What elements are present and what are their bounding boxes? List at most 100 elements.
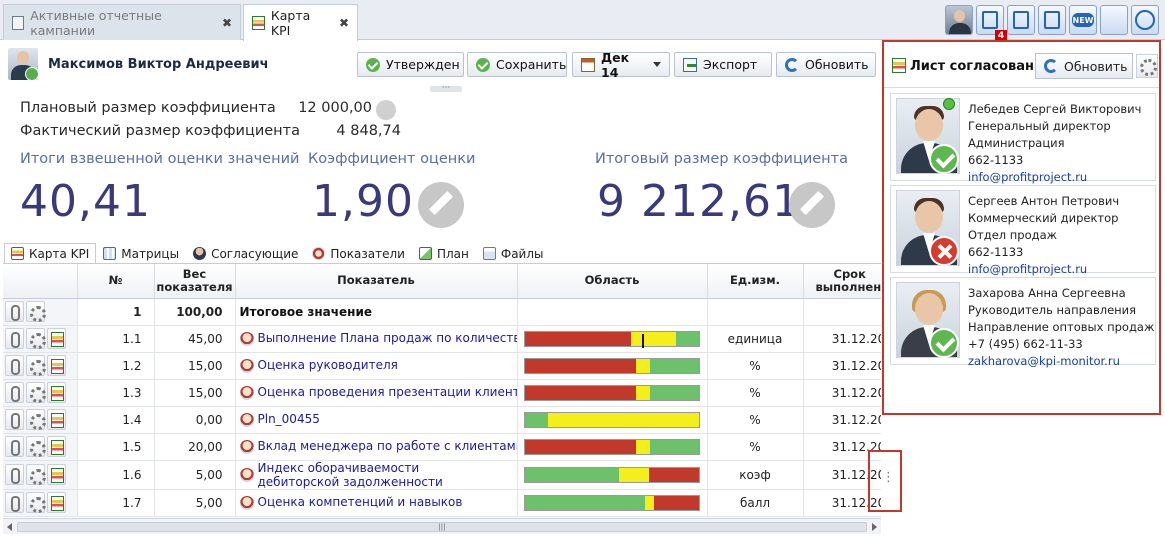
close-icon[interactable]: ✖ xyxy=(222,16,232,30)
subtab-indicators[interactable]: Показатели xyxy=(305,243,412,264)
report-button[interactable]: 4 xyxy=(976,5,1007,42)
col-due[interactable]: Сроквыполнения xyxy=(803,264,881,299)
period-dropdown[interactable]: Дек 14 xyxy=(572,50,670,80)
refresh-button[interactable]: Обновить xyxy=(776,52,876,77)
scroll-left-icon[interactable] xyxy=(7,523,12,531)
row-number: 1.3 xyxy=(77,379,155,407)
attach-icon[interactable] xyxy=(5,382,24,403)
row-name-text[interactable]: Оценка руководителя xyxy=(258,358,398,372)
subtab-plan[interactable]: План xyxy=(412,243,476,264)
horizontal-scrollbar[interactable]: ||| xyxy=(3,518,881,534)
attach-icon[interactable] xyxy=(5,464,24,485)
row-name-text[interactable]: Оценка компетенций и навыков xyxy=(258,495,463,509)
row-name-text[interactable]: Вклад менеджера по работе с клиентами xyxy=(258,439,517,453)
table-row[interactable]: 1.1 45,00 Выполнение Плана продаж по кол… xyxy=(3,325,881,353)
kpi-card-icon[interactable] xyxy=(47,409,66,430)
approver-name: Лебедев Сергей Викторович xyxy=(968,102,1142,116)
kpi-card-icon[interactable] xyxy=(47,328,66,349)
row-name[interactable]: Оценка руководителя xyxy=(235,352,518,380)
table-row[interactable]: 1.2 15,00 Оценка руководителя % 31.12.20… xyxy=(3,352,881,380)
approver-email[interactable]: zakharova@kpi-monitor.ru xyxy=(968,353,1154,370)
gear-icon[interactable] xyxy=(26,355,46,376)
attach-icon[interactable] xyxy=(5,409,24,430)
gear-icon[interactable] xyxy=(26,464,46,485)
approver-info: Лебедев Сергей Викторович Генеральный ди… xyxy=(968,101,1141,186)
col-area[interactable]: Область xyxy=(517,264,708,299)
attach-icon[interactable] xyxy=(5,355,24,376)
thumb-icon[interactable] xyxy=(376,100,396,120)
col-unit[interactable]: Ед.изм. xyxy=(707,264,804,299)
row-name-text[interactable]: Индекс оборачиваемости дебиторской задол… xyxy=(258,461,498,489)
export-button[interactable]: Экспорт xyxy=(674,52,772,77)
power-button[interactable] xyxy=(1131,5,1159,35)
table-row[interactable]: 1.5 20,00 Вклад менеджера по работе с кл… xyxy=(3,433,881,461)
gear-icon[interactable] xyxy=(26,301,46,322)
tab-active-campaigns[interactable]: Активные отчетные кампании ✖ xyxy=(3,4,241,40)
scrollbar-thumb[interactable]: ||| xyxy=(17,522,867,532)
row-name[interactable]: Оценка компетенций и навыков xyxy=(235,489,518,517)
status-dropdown[interactable]: Утвержден xyxy=(357,52,478,77)
bar-segment-red xyxy=(648,467,699,482)
indicator-icon xyxy=(312,247,326,260)
row-name[interactable]: Pln_00455 xyxy=(235,406,518,434)
subtab-files[interactable]: Файлы xyxy=(476,243,551,264)
row-name-text[interactable]: Pln_00455 xyxy=(258,412,320,426)
row-name-text[interactable]: Выполнение Плана продаж по количеству xyxy=(258,331,517,345)
gear-icon[interactable] xyxy=(26,492,46,513)
tab-kpi-map[interactable]: Карта KPI ✖ xyxy=(243,4,358,41)
kpi-card-icon[interactable] xyxy=(47,464,66,485)
row-name[interactable]: Оценка проведения презентации клиентам xyxy=(235,379,518,407)
subtab-matrices[interactable]: Матрицы xyxy=(96,243,186,264)
close-icon[interactable]: ✖ xyxy=(339,16,349,30)
approver-email[interactable]: info@profitproject.ru xyxy=(968,261,1119,278)
edit-coef-icon[interactable] xyxy=(418,182,464,228)
table-row[interactable]: 1.7 5,00 Оценка компетенций и навыков ба… xyxy=(3,489,881,517)
grid-button[interactable] xyxy=(1007,5,1035,35)
gear-icon[interactable] xyxy=(1136,54,1158,78)
table-row-total[interactable]: 1 100,00 Итоговое значение xyxy=(3,298,881,326)
indicator-icon xyxy=(239,358,254,373)
table-header-row: № Вес показателя Показатель Область Ед.из… xyxy=(3,264,881,299)
attach-icon[interactable] xyxy=(5,492,24,513)
col-weight[interactable]: Вес показателя xyxy=(154,264,236,299)
edit-final-icon[interactable] xyxy=(789,182,835,228)
subtab-kpi-map[interactable]: Карта KPI xyxy=(4,243,97,264)
approver-email[interactable]: info@profitproject.ru xyxy=(968,169,1141,186)
performance-bar xyxy=(524,438,700,455)
row-name[interactable]: Вклад менеджера по работе с клиентами xyxy=(235,433,518,461)
save-button[interactable]: Сохранить xyxy=(467,52,567,77)
approval-panel: Лист согласования Обновить Лебедев Серге… xyxy=(882,40,1161,415)
gear-icon[interactable] xyxy=(26,409,46,430)
table-row[interactable]: 1.4 0,00 Pln_00455 % 31.12.2014 xyxy=(3,406,881,434)
table-row[interactable]: 1.6 5,00 Индекс оборачиваемости дебиторс… xyxy=(3,460,881,490)
panel-resize-handle[interactable] xyxy=(868,450,902,512)
subtab-approvers[interactable]: Согласующие xyxy=(186,243,305,264)
table-row[interactable]: 1.3 15,00 Оценка проведения презентации … xyxy=(3,379,881,407)
row-name-text[interactable]: Оценка проведения презентации клиентам xyxy=(258,385,517,399)
kpi-card-icon[interactable] xyxy=(47,382,66,403)
collapse-handle[interactable]: ··· xyxy=(430,84,462,93)
row-name[interactable]: Выполнение Плана продаж по количеству xyxy=(235,325,518,353)
row-name[interactable]: Индекс оборачиваемости дебиторской задол… xyxy=(235,460,518,490)
approval-refresh-button[interactable]: Обновить xyxy=(1035,53,1133,79)
gear-icon[interactable] xyxy=(26,328,46,349)
kpi-card-icon[interactable] xyxy=(47,355,66,376)
gear-icon[interactable] xyxy=(26,436,46,457)
user-avatar[interactable] xyxy=(945,5,973,35)
new-button[interactable]: NEW xyxy=(1069,5,1097,35)
gear-icon[interactable] xyxy=(26,382,46,403)
actual-coef-value: 4 848,74 xyxy=(336,123,401,139)
attach-icon[interactable] xyxy=(5,436,24,457)
attach-icon[interactable] xyxy=(5,301,24,322)
approver-card[interactable]: Захарова Анна Сергеевна Руководитель нап… xyxy=(890,277,1156,368)
approver-card[interactable]: Лебедев Сергей Викторович Генеральный ди… xyxy=(890,93,1156,184)
approver-card[interactable]: Сергеев Антон Петрович Коммерческий дире… xyxy=(890,185,1156,276)
attach-icon[interactable] xyxy=(5,328,24,349)
scroll-right-icon[interactable] xyxy=(872,523,877,531)
col-indicator[interactable]: Показатель xyxy=(235,264,518,299)
kpi-card-icon[interactable] xyxy=(47,436,66,457)
list-button[interactable] xyxy=(1038,5,1066,35)
kpi-card-icon[interactable] xyxy=(47,492,66,513)
col-number[interactable]: № xyxy=(77,264,155,299)
info-button[interactable]: i xyxy=(1100,5,1128,35)
